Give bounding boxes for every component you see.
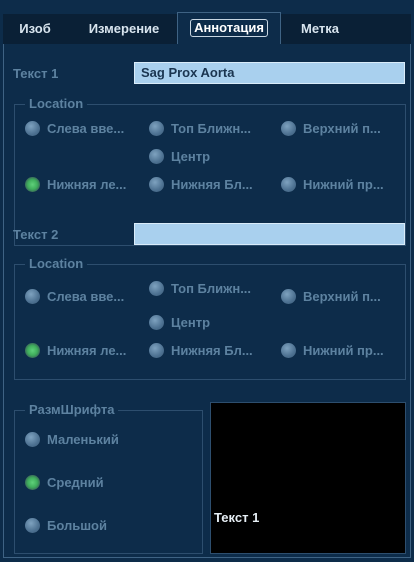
radio-icon (149, 149, 164, 164)
radio-icon (281, 289, 296, 304)
text2-label: Текст 2 (13, 227, 59, 242)
radio-icon (25, 289, 40, 304)
radio-icon (281, 177, 296, 192)
tab-image-label: Изоб (19, 21, 51, 36)
radio-icon (25, 432, 40, 447)
text2-input[interactable] (134, 223, 405, 245)
radio-icon (281, 121, 296, 136)
tab-measurement-label: Измерение (88, 21, 160, 36)
tab-image[interactable]: Изоб (3, 14, 67, 44)
location-legend-1: Location (25, 96, 88, 112)
text1-label: Текст 1 (13, 66, 59, 81)
radio-icon (149, 281, 164, 296)
option-label: Нижний пр... (303, 177, 384, 192)
option-label: Большой (47, 518, 107, 533)
option-label: Слева вве... (47, 289, 125, 304)
radio-icon (149, 343, 164, 358)
text1-input[interactable]: Sag Prox Aorta (134, 62, 405, 84)
tab-label[interactable]: Метка (285, 14, 355, 44)
option-label: Топ Ближн... (171, 281, 252, 296)
tab-annotation[interactable]: Аннотация (177, 12, 281, 46)
radio-icon (25, 121, 40, 136)
radio-selected-icon (25, 475, 40, 490)
option-label: Верхний п... (303, 121, 381, 136)
tab-label-label: Метка (301, 21, 339, 36)
font-size-legend: РазмШрифта (25, 402, 119, 418)
tab-measurement[interactable]: Измерение (75, 14, 173, 44)
option-label: Нижняя ле... (47, 343, 127, 358)
option-label: Маленький (47, 432, 119, 447)
radio-icon (25, 518, 40, 533)
option-label: Нижний пр... (303, 343, 384, 358)
radio-icon (281, 343, 296, 358)
annotation-window: Изоб Измерение Аннотация Метка Текст 1 S… (0, 0, 414, 562)
radio-icon (149, 315, 164, 330)
tab-annotation-label: Аннотация (190, 19, 268, 37)
font-size-group: РазмШрифта Маленький Средний Большой (14, 402, 203, 554)
option-label: Центр (171, 149, 211, 164)
option-label: Топ Ближн... (171, 121, 252, 136)
radio-icon (149, 121, 164, 136)
preview-text: Текст 1 (214, 510, 260, 525)
radio-icon (149, 177, 164, 192)
option-label: Слева вве... (47, 121, 125, 136)
option-label: Средний (47, 475, 104, 490)
option-label: Нижняя Бл... (171, 177, 253, 192)
option-label: Центр (171, 315, 211, 330)
location-legend-2: Location (25, 256, 88, 272)
option-label: Нижняя Бл... (171, 343, 253, 358)
text-preview: Текст 1 (210, 402, 406, 554)
option-label: Нижняя ле... (47, 177, 127, 192)
location-group-2: Location Слева вве... Топ Ближн... Верхн… (14, 256, 406, 380)
radio-selected-icon (25, 177, 40, 192)
option-label: Верхний п... (303, 289, 381, 304)
tab-bar: Изоб Измерение Аннотация Метка (3, 12, 411, 46)
annotation-panel: Текст 1 Sag Prox Aorta Location Слева вв… (3, 44, 411, 558)
radio-selected-icon (25, 343, 40, 358)
